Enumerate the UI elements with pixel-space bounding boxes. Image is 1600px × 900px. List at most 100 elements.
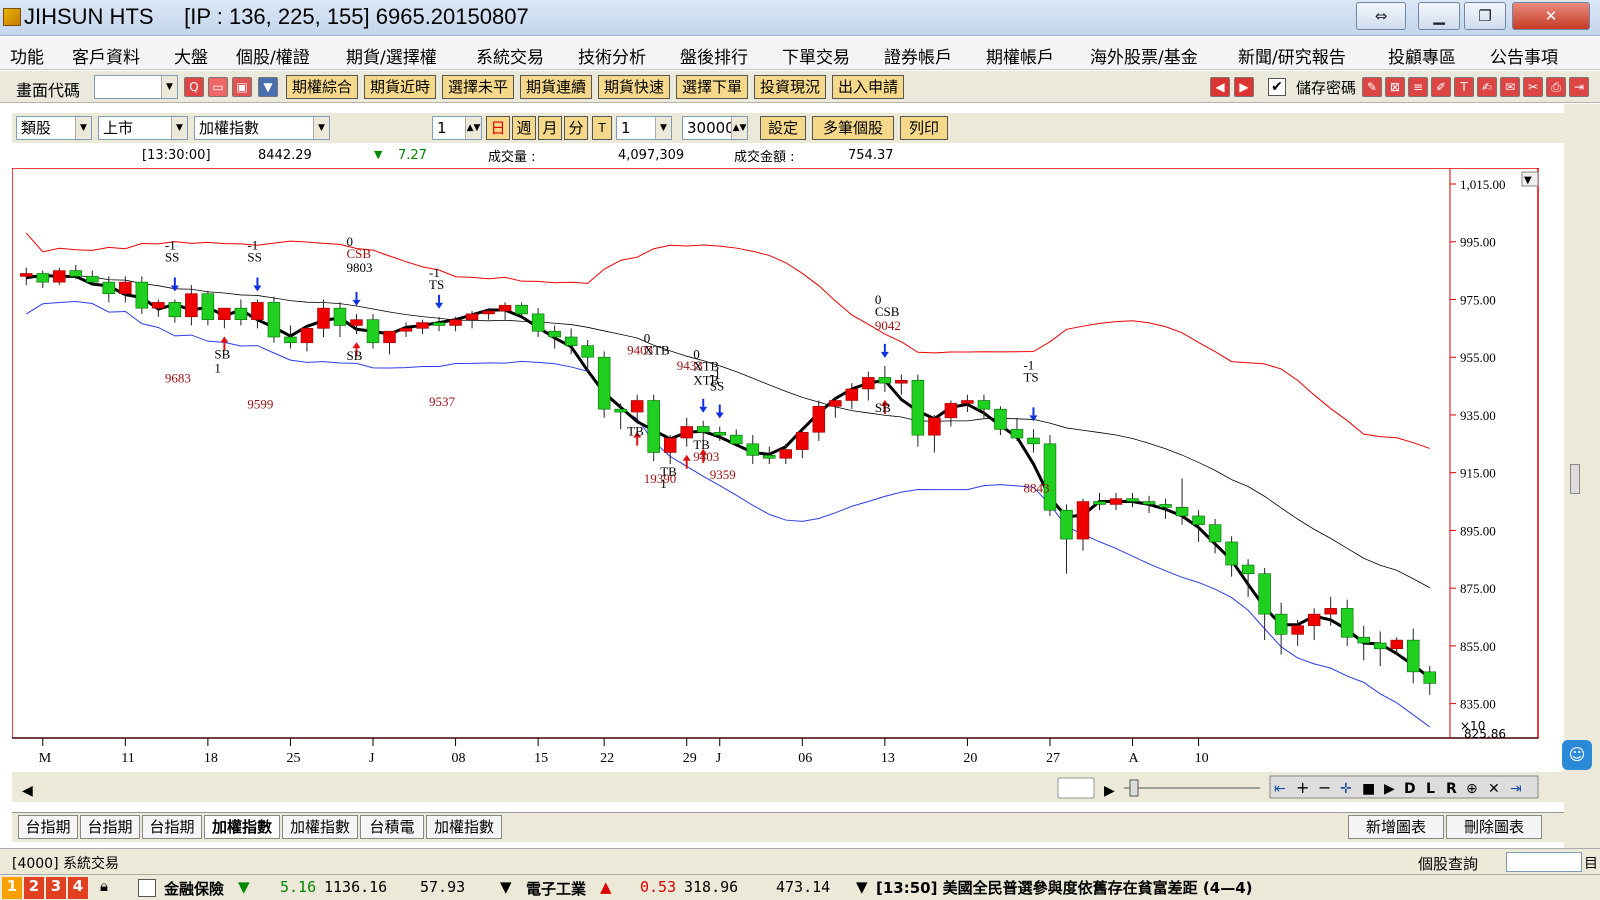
list-icon[interactable]: ≡ [1408,77,1428,97]
magnifier-icon[interactable]: ⊕ [1466,781,1478,797]
index-select[interactable]: 加權指數 ▼ [194,116,330,140]
screen-code-select[interactable]: ▼ [94,75,178,99]
prev-arrow-icon[interactable]: ◀ [1210,77,1230,97]
chevron-down-icon[interactable]: ▼ [856,878,868,896]
menu-item-securities-account[interactable]: 證券帳戶 [884,43,952,68]
period-month-button[interactable]: 月 [538,116,562,140]
scroll-right-icon[interactable]: ▶ [1104,783,1115,799]
add-chart-button[interactable]: 新增圖表 [1348,815,1444,839]
restore-button[interactable]: ❐ [1464,2,1506,30]
deposit-withdraw-button[interactable]: 出入申請 [832,75,904,99]
tab-tx-futures-2[interactable]: 台指期 [80,815,140,839]
exit-icon[interactable]: ⇥ [1569,77,1589,97]
period-minute-button[interactable]: 分 [564,116,588,140]
category-select[interactable]: 類股 ▼ [16,116,92,140]
candle-body [135,281,149,309]
close-button[interactable]: ✕ [1512,2,1590,30]
next-arrow-icon[interactable]: ▶ [1234,77,1254,97]
zoom-slider-handle[interactable] [1129,779,1139,797]
multi-stock-button[interactable]: 多筆個股 [812,116,894,140]
chat-icon[interactable]: ✉ [1500,77,1520,97]
minimize-button[interactable]: ▁ [1418,2,1460,30]
tools-icon[interactable]: ✂ [1523,77,1543,97]
stock-query-input[interactable] [1506,852,1582,872]
scroll-left-icon[interactable]: ◀ [22,783,33,799]
delete-chart-button[interactable]: 刪除圖表 [1446,815,1542,839]
tab-tsmc[interactable]: 台積電 [360,815,424,839]
text-icon[interactable]: T [1454,77,1474,97]
investment-status-button[interactable]: 投資現況 [754,75,826,99]
menu-item-announcements[interactable]: 公告事項 [1490,43,1558,68]
settings-button[interactable]: 設定 [760,116,806,140]
search-icon[interactable]: Q [184,77,204,97]
tab-taiex-active[interactable]: 加權指數 [204,815,280,839]
period-tick-button[interactable]: T [592,116,612,140]
market-select[interactable]: 上市 ▼ [98,116,188,140]
chevron-down-icon[interactable]: ▼ [500,878,512,896]
zoom-in-icon[interactable]: + [1296,778,1309,797]
options-overview-button[interactable]: 期權綜合 [286,75,358,99]
chat-bubble-icon[interactable]: ☺ [1562,740,1592,770]
lock-icon[interactable]: 🔒︎ [92,877,116,899]
window-icon[interactable]: ▣ [232,77,252,97]
print-icon[interactable]: ⎙ [1546,77,1566,97]
print-button[interactable]: 列印 [900,116,948,140]
crosshair-icon[interactable]: ✛ [1340,781,1352,797]
note-icon[interactable]: ✍ [1477,77,1497,97]
page-2-button[interactable]: 2 [24,877,44,899]
period-week-button[interactable]: 週 [512,116,536,140]
page-4-button[interactable]: 4 [68,877,88,899]
period-stepper[interactable]: 1 ▲▼ [432,116,482,140]
dropdown-icon[interactable]: ▼ [258,77,278,97]
first-icon[interactable]: ⇤ [1274,781,1286,797]
menu-item-stocks[interactable]: 個股/權證 [236,43,310,68]
menu-item-order[interactable]: 下單交易 [782,43,850,68]
period-count-select[interactable]: 1 ▼ [616,116,672,140]
menu-item-customer[interactable]: 客戶資料 [72,43,140,68]
l-icon[interactable]: L [1426,781,1435,797]
menu-item-function[interactable]: 功能 [10,43,44,68]
close-small-icon[interactable]: ✕ [1488,781,1500,797]
signal-label: 9683 [165,371,191,386]
futures-quick-button[interactable]: 期貨快速 [598,75,670,99]
menu-item-futures[interactable]: 期貨/選擇權 [346,43,437,68]
window-x-icon[interactable]: ⊠ [1385,77,1405,97]
menu-item-advisory[interactable]: 投顧專區 [1388,43,1456,68]
menu-item-technical[interactable]: 技術分析 [578,43,646,68]
zoom-out-icon[interactable]: − [1318,778,1331,797]
status-bar-bottom: 1 2 3 4 🔒︎ 金融保險 ▼ 5.16 1136.16 57.93 ▼ 電… [0,874,1600,900]
vertical-scroll-thumb[interactable] [1570,464,1580,494]
stop-icon[interactable]: ■ [1362,781,1375,797]
d-icon[interactable]: D [1404,781,1416,797]
period-day-button[interactable]: 日 [486,116,510,140]
menu-item-ranking[interactable]: 盤後排行 [680,43,748,68]
candlestick-chart[interactable]: -1SSSB196839599-1SS0CSB9803SB-1TS9537940… [12,168,1564,808]
save-password-checkbox[interactable]: ✔ [1268,78,1286,96]
folder-icon[interactable]: ▭ [208,77,228,97]
last-icon[interactable]: ⇥ [1510,781,1522,797]
menu-item-system-trade[interactable]: 系統交易 [476,43,544,68]
options-open-button[interactable]: 選擇未平 [442,75,514,99]
menu-item-options-account[interactable]: 期權帳戶 [986,43,1054,68]
futures-near-button[interactable]: 期貨近時 [364,75,436,99]
futures-continuous-button[interactable]: 期貨連續 [520,75,592,99]
bar-count-stepper[interactable]: 30000 ▲▼ [682,116,748,140]
r-icon[interactable]: R [1446,781,1457,797]
menu-item-market[interactable]: 大盤 [174,43,208,68]
news-ticker[interactable]: [13:50] 美國全民普選參與度依舊存在貧富差距 (4—4) [876,877,1253,898]
edit-icon[interactable]: ✐ [1431,77,1451,97]
pen-icon[interactable]: ✎ [1362,77,1382,97]
zoom-field[interactable] [1057,777,1095,799]
swap-window-button[interactable]: ⇔ [1356,2,1406,30]
page-3-button[interactable]: 3 [46,877,66,899]
tab-taiex-2[interactable]: 加權指數 [282,815,358,839]
options-order-button[interactable]: 選擇下單 [676,75,748,99]
tab-tx-futures-1[interactable]: 台指期 [18,815,78,839]
play-icon[interactable]: ▶ [1384,781,1395,797]
ticker-checkbox[interactable] [138,879,156,897]
menu-item-news[interactable]: 新聞/研究報告 [1238,43,1346,68]
page-1-button[interactable]: 1 [2,877,22,899]
menu-item-overseas[interactable]: 海外股票/基金 [1090,43,1198,68]
tab-taiex-3[interactable]: 加權指數 [426,815,502,839]
tab-tx-futures-3[interactable]: 台指期 [142,815,202,839]
